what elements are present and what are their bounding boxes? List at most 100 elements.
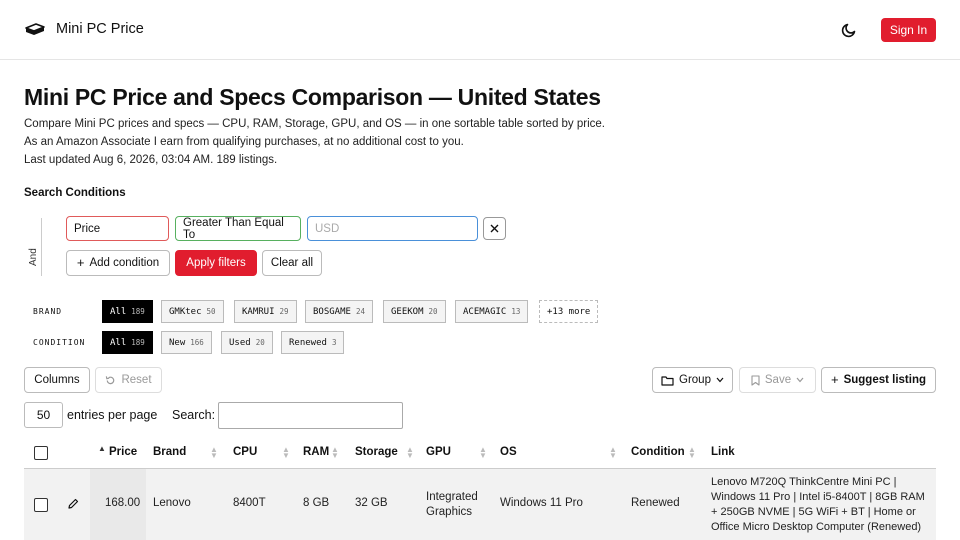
cell-condition: Renewed [631, 497, 680, 509]
chevron-down-icon [796, 377, 804, 383]
chip-label: GEEKOM [391, 306, 424, 317]
chip-count: 13 [511, 307, 521, 316]
chip-label: All [110, 306, 127, 317]
columns-button[interactable]: Columns [24, 367, 90, 393]
last-updated-text: Last updated Aug 6, 2026, 03:04 AM. 189 … [24, 154, 278, 166]
column-header-cpu[interactable]: CPU [233, 446, 257, 458]
brand-facet-label: BRAND [33, 307, 63, 316]
table-search-label: Search: [172, 408, 216, 422]
suggest-listing-button[interactable]: + Suggest listing [821, 367, 936, 393]
chip-count: 3 [331, 338, 337, 347]
cell-link[interactable]: Lenovo M720Q ThinkCentre Mini PC | Windo… [711, 475, 933, 535]
chip-count: 189 [131, 338, 145, 347]
chevron-down-icon [716, 377, 724, 383]
chip-label: All [110, 337, 127, 348]
sign-in-button[interactable]: Sign In [881, 18, 936, 42]
column-header-condition[interactable]: Condition [631, 446, 685, 458]
chip-label: Used [229, 337, 251, 348]
group-label: Group [679, 374, 711, 386]
clear-all-button[interactable]: Clear all [262, 250, 322, 276]
column-header-brand[interactable]: Brand [153, 446, 186, 458]
column-header-gpu[interactable]: GPU [426, 446, 451, 458]
mini-pc-logo-icon [25, 23, 45, 35]
entries-per-page-select[interactable]: 50 [24, 402, 63, 428]
plus-icon: + [830, 372, 839, 387]
plus-icon: + [76, 255, 85, 270]
chip-count: 189 [131, 307, 145, 316]
entries-per-page-label: entries per page [67, 408, 158, 422]
sort-ascending-icon: ▲ [98, 444, 106, 453]
column-header-link: Link [711, 446, 735, 458]
and-group-bracket [41, 218, 42, 276]
table-row: 168.00 Lenovo 8400T 8 GB 32 GB Integrate… [24, 469, 936, 540]
chip-label: BOSGAME [313, 306, 351, 317]
chip-label: KAMRUI [242, 306, 275, 317]
folder-icon [661, 375, 674, 386]
sort-icon: ▲ ▼ [210, 445, 218, 460]
sort-icon: ▲ ▼ [609, 445, 617, 460]
filter-field-select[interactable]: Price [66, 216, 169, 241]
pencil-edit-icon[interactable] [67, 498, 79, 510]
brand-chip-kamrui[interactable]: KAMRUI 29 [234, 300, 297, 323]
condition-facet-label: CONDITION [33, 338, 86, 347]
column-header-os[interactable]: OS [500, 446, 517, 458]
sort-icon: ▲ ▼ [688, 445, 696, 460]
chip-label: New [169, 337, 186, 348]
chip-count: 29 [279, 307, 289, 316]
chip-count: 50 [206, 307, 216, 316]
apply-filters-button[interactable]: Apply filters [175, 250, 257, 276]
sort-icon: ▲ ▼ [331, 445, 339, 460]
cell-brand: Lenovo [153, 497, 191, 509]
brand-chip-acemagic[interactable]: ACEMAGIC 13 [455, 300, 529, 323]
condition-chip-used[interactable]: Used 20 [221, 331, 273, 354]
chip-count: 166 [190, 338, 204, 347]
top-navbar: Mini PC Price Sign In [0, 0, 960, 60]
column-header-price[interactable]: Price [109, 446, 137, 458]
chip-count: 20 [428, 307, 438, 316]
dark-mode-toggle-moon-icon[interactable] [838, 19, 860, 41]
cell-gpu: Integrated Graphics [426, 491, 478, 518]
cell-os: Windows 11 Pro [500, 497, 583, 509]
brand-chip-bosgame[interactable]: BOSGAME 24 [305, 300, 373, 323]
chip-label: Renewed [289, 337, 327, 348]
site-brand[interactable]: Mini PC Price [24, 18, 144, 40]
column-header-storage[interactable]: Storage [355, 446, 398, 458]
reset-icon [106, 375, 115, 384]
row-select-checkbox[interactable] [34, 498, 48, 512]
group-button[interactable]: Group [652, 367, 733, 393]
sort-icon: ▲ ▼ [406, 445, 414, 460]
brand-more-button[interactable]: +13 more [539, 300, 599, 323]
select-all-checkbox[interactable] [34, 446, 48, 460]
add-condition-button[interactable]: + Add condition [66, 250, 170, 276]
site-name: Mini PC Price [56, 21, 144, 37]
reset-label: Reset [121, 374, 152, 386]
filter-value-input[interactable]: USD [307, 216, 478, 241]
column-header-ram[interactable]: RAM [303, 446, 329, 458]
save-button[interactable]: Save [739, 367, 816, 393]
affiliate-disclosure: As an Amazon Associate I earn from quali… [24, 136, 464, 148]
page-description: Compare Mini PC prices and specs — CPU, … [24, 118, 605, 130]
chip-count: 24 [355, 307, 365, 316]
table-search-input[interactable] [218, 402, 403, 429]
add-condition-label: Add condition [89, 257, 160, 269]
close-icon [490, 224, 499, 233]
page-title: Mini PC Price and Specs Comparison — Uni… [24, 84, 601, 110]
cell-ram: 8 GB [303, 497, 330, 509]
brand-chip-gmktec[interactable]: GMKtec 50 [161, 300, 224, 323]
brand-chip-all[interactable]: All 189 [102, 300, 153, 323]
chip-count: 20 [255, 338, 265, 347]
filter-operator-select[interactable]: Greater Than Equal To [175, 216, 301, 241]
remove-condition-button[interactable] [483, 217, 506, 240]
cell-cpu: 8400T [233, 497, 266, 509]
sort-icon: ▲ ▼ [479, 445, 487, 460]
cell-storage: 32 GB [355, 497, 388, 509]
save-label: Save [764, 374, 792, 386]
chip-label: GMKtec [169, 306, 202, 317]
suggest-listing-label: Suggest listing [843, 374, 926, 386]
condition-chip-new[interactable]: New 166 [161, 331, 212, 354]
condition-chip-all[interactable]: All 189 [102, 331, 153, 354]
brand-chip-geekom[interactable]: GEEKOM 20 [383, 300, 446, 323]
reset-button[interactable]: Reset [95, 367, 162, 393]
condition-chip-renewed[interactable]: Renewed 3 [281, 331, 345, 354]
table-header-row: ▲ Price Brand ▲ ▼ CPU ▲ ▼ RAM ▲ ▼ Storage ▲… [24, 437, 936, 469]
